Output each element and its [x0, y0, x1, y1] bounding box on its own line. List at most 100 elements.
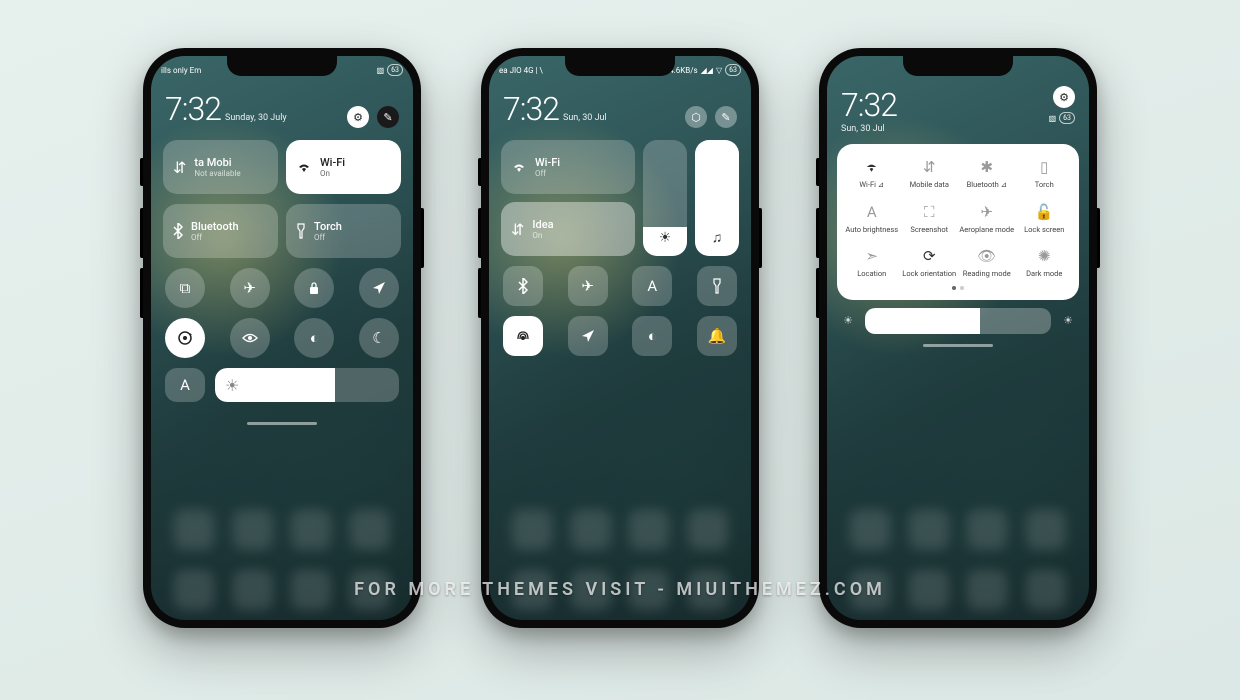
- torch-toggle[interactable]: [697, 266, 737, 306]
- no-sim-icon: ▧: [377, 66, 385, 75]
- aeroplane-toggle[interactable]: ✈: [568, 266, 608, 306]
- phone-mockup-2: ea JIO 4G | \ 4.6KB/s ◢◢ ▽ 63 7:32 Sun, …: [481, 48, 759, 628]
- torch-icon: [296, 223, 306, 239]
- cast-toggle[interactable]: ⧉: [165, 268, 205, 308]
- signal-icon: ▽: [716, 66, 722, 75]
- wifi-tile[interactable]: Wi-Fi On: [286, 140, 401, 194]
- wifi-label: Wi-Fi: [535, 156, 560, 169]
- home-blur-row: [151, 510, 413, 550]
- qs-lockscreen[interactable]: 🔓 Lock screen: [1016, 203, 1074, 234]
- reading-icon: 👁: [977, 247, 996, 265]
- quick-settings-card: Wi-Fi ⊿ ⇵Mobile data✱Bluetooth ⊿▯Torch A Au…: [837, 144, 1079, 300]
- qs-label: Wi-Fi ⊿: [859, 181, 884, 189]
- contrast-toggle[interactable]: ◐: [294, 318, 334, 358]
- panel-drag-handle[interactable]: [923, 344, 993, 347]
- qs-bluetooth[interactable]: ✱Bluetooth ⊿: [958, 158, 1016, 189]
- location-toggle[interactable]: [359, 268, 399, 308]
- auto-brightness-toggle[interactable]: A: [165, 368, 205, 402]
- settings-button[interactable]: ⚙: [347, 106, 369, 128]
- brightness-fill: ☀: [215, 368, 335, 402]
- qs-label: Location: [857, 270, 886, 278]
- torch-tile[interactable]: Torch Off: [286, 204, 401, 258]
- screenshot-icon: ⛶: [924, 203, 935, 221]
- mobile-data-tile[interactable]: ⇵ Idea On: [501, 202, 635, 256]
- status-carrier: ills only Em: [161, 66, 201, 75]
- battery-icon: 63: [1059, 112, 1075, 124]
- edit-button[interactable]: ✎: [377, 106, 399, 128]
- mute-icon: ▧: [1049, 114, 1057, 123]
- clock-date: Sun, 30 Jul: [841, 124, 897, 134]
- dock-blur-row: [827, 570, 1089, 610]
- aeroplane-toggle[interactable]: ✈: [230, 268, 270, 308]
- gear-icon: ⚙: [1059, 91, 1069, 104]
- music-icon: ♫: [712, 229, 723, 246]
- clock-time: 7:32: [841, 86, 897, 124]
- hotspot-toggle[interactable]: [503, 316, 543, 356]
- qs-label: Aeroplane mode: [959, 226, 1014, 234]
- lockorient-icon: ⟳: [923, 247, 936, 265]
- page-dots: [843, 286, 1073, 290]
- data-icon: ⇵: [511, 220, 524, 239]
- clock-time: 7:32: [165, 90, 221, 128]
- settings-button[interactable]: ⬡: [685, 106, 707, 128]
- wifi-sub: Off: [535, 169, 560, 178]
- brightness-slider[interactable]: [865, 308, 1051, 334]
- qs-label: Auto brightness: [845, 226, 898, 234]
- qs-mobile[interactable]: ⇵Mobile data: [901, 158, 959, 189]
- qs-reading[interactable]: 👁 Reading mode: [958, 247, 1016, 278]
- lock-icon: [308, 281, 320, 295]
- contrast-toggle[interactable]: ◐: [632, 316, 672, 356]
- wifi-tile[interactable]: Wi-Fi Off: [501, 140, 635, 194]
- edit-button[interactable]: ✎: [715, 106, 737, 128]
- status-carrier: ea JIO 4G | \: [499, 66, 543, 75]
- dnd-toggle[interactable]: ☾: [359, 318, 399, 358]
- auto-brightness-toggle[interactable]: A: [632, 266, 672, 306]
- brightness-slider[interactable]: ☀: [215, 368, 399, 402]
- qs-darkmode[interactable]: ✺Dark mode: [1016, 247, 1074, 278]
- gear-icon: ⚙: [353, 111, 363, 124]
- idea-label: Idea: [532, 218, 553, 231]
- settings-button[interactable]: ⚙: [1053, 86, 1075, 108]
- qs-screenshot[interactable]: ⛶Screenshot: [901, 203, 959, 234]
- dock-blur-row: [489, 570, 751, 610]
- contrast-icon: ◐: [648, 327, 657, 345]
- eye-icon: [242, 333, 258, 343]
- pen-icon: ✎: [383, 111, 392, 124]
- location-toggle[interactable]: [568, 316, 608, 356]
- wifi-icon: [511, 161, 527, 173]
- qs-location[interactable]: ➣ Location: [843, 247, 901, 278]
- moon-icon: ☾: [372, 329, 385, 347]
- auto-icon: A: [647, 277, 657, 295]
- bluetooth-toggle[interactable]: [503, 266, 543, 306]
- notch: [227, 56, 337, 76]
- mobile-data-tile[interactable]: ⇵ ta Mobi Not available: [163, 140, 278, 194]
- volume-slider[interactable]: ♫: [695, 140, 739, 256]
- sound-toggle[interactable]: 🔔: [697, 316, 737, 356]
- reading-toggle[interactable]: [230, 318, 270, 358]
- brightness-slider[interactable]: ☀: [643, 140, 687, 256]
- sim-icon: ◢◢: [701, 66, 713, 75]
- qs-label: Reading mode: [963, 270, 1011, 278]
- sun-icon: ☀: [225, 376, 239, 395]
- qs-lockorient[interactable]: ⟳Lock orientation: [901, 247, 959, 278]
- aeroplane-icon: ✈: [980, 203, 993, 221]
- cast-icon: ⧉: [180, 279, 191, 297]
- sun-icon: ☀: [659, 230, 672, 246]
- lock-toggle[interactable]: [294, 268, 334, 308]
- qs-aeroplane[interactable]: ✈ Aeroplane mode: [958, 203, 1016, 234]
- location-icon: ➣: [865, 247, 878, 265]
- panel-drag-handle[interactable]: [247, 422, 317, 425]
- edit-icon: ✎: [721, 111, 730, 124]
- qs-wifi[interactable]: Wi-Fi ⊿: [843, 158, 901, 189]
- mobile-label: ta Mobi: [194, 156, 240, 169]
- lockscreen-icon: 🔓: [1035, 203, 1054, 221]
- bluetooth-tile[interactable]: Bluetooth Off: [163, 204, 278, 258]
- qs-label: Lock screen: [1024, 226, 1064, 234]
- idea-sub: On: [532, 231, 553, 240]
- bell-icon: 🔔: [708, 327, 727, 345]
- rotation-lock-toggle[interactable]: [165, 318, 205, 358]
- sun-high-icon: ☀: [1057, 314, 1079, 327]
- autobright-icon: A: [867, 203, 877, 221]
- qs-torch[interactable]: ▯Torch: [1016, 158, 1074, 189]
- qs-autobright[interactable]: A Auto brightness: [843, 203, 901, 234]
